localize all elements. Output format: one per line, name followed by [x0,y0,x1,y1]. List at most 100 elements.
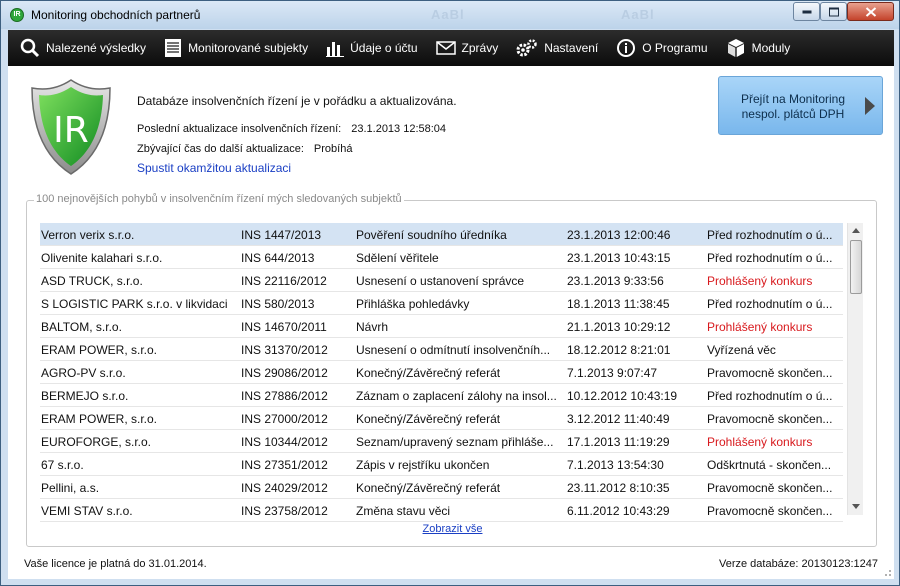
toolbar-account[interactable]: Údaje o účtu [326,39,418,57]
close-icon [865,6,876,17]
table-row[interactable]: Verron verix s.r.o. INS 1447/2013 Pověření… [40,223,843,246]
row-state: Prohlášený konkurs [707,435,813,449]
row-subject: ASD TRUCK, s.r.o. [41,274,143,288]
toolbar-settings-label: Nastavení [544,41,599,55]
table-row[interactable]: ASD TRUCK, s.r.o. INS 22116/2012 Usnesení … [40,269,843,292]
row-event: Konečný/Závěrečný referát [356,412,501,426]
resize-grip-icon[interactable] [882,567,892,577]
row-event: Pověření soudního úředníka [356,228,507,242]
row-state: Pravomocně skončen... [707,366,833,380]
row-date: 7.1.2013 13:54:30 [567,458,664,472]
row-subject: Verron verix s.r.o. [41,228,135,242]
group-title: 100 nejnovějších pohybů v insolvenčním ř… [34,193,404,205]
table-row[interactable]: 67 s.r.o. INS 27351/2012 Zápis v rejstříku… [40,453,843,476]
remaining-time-label: Zbývající čas do další aktualizace: [137,143,304,155]
remaining-time-info: Zbývající čas do další aktualizace: Probí… [137,143,352,155]
table-row[interactable]: EUROFORGE, s.r.o. INS 10344/2012 Seznam/up… [40,430,843,453]
row-subject: ERAM POWER, s.r.o. [41,343,158,357]
search-icon [20,38,40,58]
row-state: Před rozhodnutím o ú... [707,228,833,242]
license-info: Vaše licence je platná do 31.01.2014. [24,558,207,570]
row-ins-number: INS 10344/2012 [241,435,328,449]
dph-monitoring-button[interactable]: Přejít na Monitoring nespol. plátců DPH [718,76,883,135]
row-date: 18.12.2012 8:21:01 [567,343,671,357]
row-ins-number: INS 27886/2012 [241,389,328,403]
table-row[interactable]: Pellini, a.s. INS 24029/2012 Konečný/Závěr… [40,476,843,499]
main-content: IR Databáze insolvenčních řízení je v po… [8,66,894,579]
scroll-thumb[interactable] [850,240,862,294]
dph-monitoring-label: Přejít na Monitoring nespol. plátců DPH [740,92,846,121]
envelope-icon [435,41,456,55]
title-bar[interactable]: IR Monitoring obchodních partnerů AaBl A… [1,1,899,29]
row-date: 6.11.2012 10:43:29 [567,504,670,518]
row-ins-number: INS 644/2013 [241,251,315,265]
table-row[interactable]: BERMEJO s.r.o. INS 27886/2012 Záznam o zap… [40,384,843,407]
run-update-link[interactable]: Spustit okamžitou aktualizaci [137,161,291,175]
toolbar-about[interactable]: O Programu [616,38,708,58]
window-title: Monitoring obchodních partnerů [31,8,201,22]
row-state: Vyřízená věc [707,343,776,357]
close-button[interactable] [847,2,894,21]
table-row[interactable]: ERAM POWER, s.r.o. INS 31370/2012 Usnesení… [40,338,843,361]
table-row[interactable]: BALTOM, s.r.o. INS 14670/2011 Návrh 21.1.20… [40,315,843,338]
table-row[interactable]: Olivenite kalahari s.r.o. INS 644/2013 Sdě… [40,246,843,269]
row-date: 21.1.2013 10:29:12 [567,320,671,334]
arrow-down-icon [852,504,860,509]
row-ins-number: INS 29086/2012 [241,366,328,380]
row-subject: 67 s.r.o. [41,458,84,472]
row-event: Zápis v rejstříku ukončen [356,458,490,472]
toolbar-modules-label: Moduly [751,41,791,55]
row-state: Před rozhodnutím o ú... [707,389,833,403]
minimize-icon [802,10,811,13]
list-icon [165,39,182,57]
table-row[interactable]: S LOGISTIC PARK s.r.o. v likvidaci INS 58… [40,292,843,315]
row-ins-number: INS 27000/2012 [241,412,328,426]
last-update-value: 23.1.2013 12:58:04 [351,123,447,135]
row-event: Návrh [356,320,389,334]
row-state: Před rozhodnutím o ú... [707,297,833,311]
show-all-link[interactable]: Zobrazit vše [27,523,878,535]
recent-events-group: 100 nejnovějších pohybů v insolvenčním ř… [26,193,878,547]
shield-logo-icon: IR [31,79,111,175]
scroll-down-button[interactable] [848,499,864,515]
row-date: 23.1.2013 9:33:56 [567,274,664,288]
row-state: Pravomocně skončen... [707,481,833,495]
row-date: 7.1.2013 9:07:47 [567,366,658,380]
toolbar-settings[interactable]: Nastavení [516,38,598,58]
table-row[interactable]: VEMI STAV s.r.o. INS 23758/2012 Změna stav… [40,499,843,522]
row-subject: AGRO-PV s.r.o. [41,366,126,380]
background-window-ghost: AaBl [431,7,465,22]
toolbar-results[interactable]: Nalezené výsledky [20,38,146,58]
toolbar-modules[interactable]: Moduly [726,38,791,58]
row-ins-number: INS 22116/2012 [241,274,327,288]
row-event: Konečný/Závěrečný referát [356,366,501,380]
info-icon [617,39,636,57]
row-subject: EUROFORGE, s.r.o. [41,435,152,449]
db-status-text: Databáze insolvenčních řízení je v pořád… [137,94,457,108]
table-scrollbar[interactable] [847,223,863,515]
row-event: Usnesení o ustanovení správce [356,274,525,288]
toolbar-messages-label: Zprávy [461,41,499,55]
toolbar-account-label: Údaje o účtu [350,41,418,55]
row-state: Pravomocně skončen... [707,412,833,426]
db-version: Verze databáze: 20130123:1247 [718,558,878,570]
row-date: 23.1.2013 10:43:15 [567,251,671,265]
app-window: IR Monitoring obchodních partnerů AaBl A… [0,0,900,586]
minimize-button[interactable] [793,2,820,21]
row-event: Záznam o zaplacení zálohy na insol... [356,389,557,403]
toolbar-monitored-subjects[interactable]: Monitorované subjekty [164,38,308,58]
row-subject: Olivenite kalahari s.r.o. [41,251,163,265]
row-subject: VEMI STAV s.r.o. [41,504,133,518]
row-ins-number: INS 580/2013 [241,297,315,311]
table-row[interactable]: ERAM POWER, s.r.o. INS 27000/2012 Konečný/… [40,407,843,430]
scroll-up-button[interactable] [848,223,864,239]
arrow-up-icon [852,228,860,233]
row-event: Přihláška pohledávky [356,297,470,311]
row-subject: S LOGISTIC PARK s.r.o. v likvidaci [41,297,228,311]
toolbar-messages[interactable]: Zprávy [435,41,499,55]
table-row[interactable]: AGRO-PV s.r.o. INS 29086/2012 Konečný/Závě… [40,361,843,384]
box-icon [727,39,744,57]
row-subject: BALTOM, s.r.o. [41,320,122,334]
maximize-button[interactable] [820,2,847,21]
row-ins-number: INS 31370/2012 [241,343,328,357]
